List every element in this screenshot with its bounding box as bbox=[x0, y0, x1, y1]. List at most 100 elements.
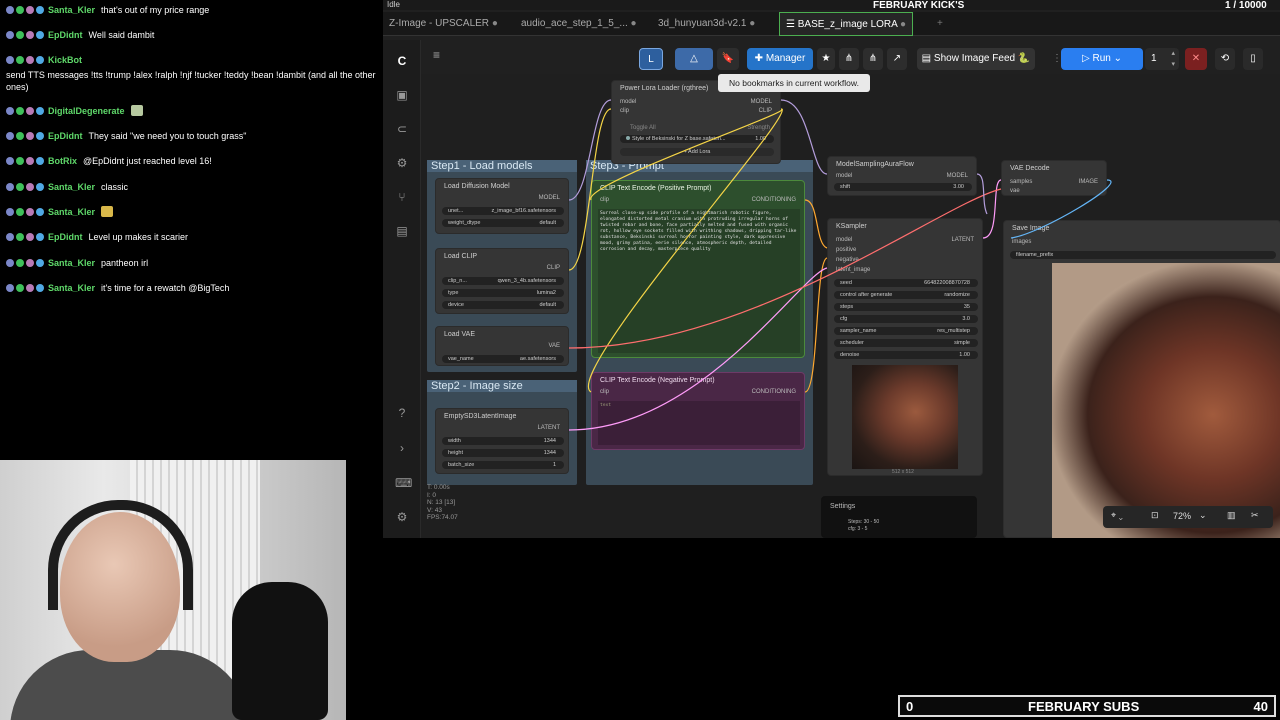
node-negative-prompt[interactable]: CLIP Text Encode (Negative Prompt) clip … bbox=[591, 372, 805, 450]
input-vae[interactable]: vae bbox=[1010, 188, 1020, 194]
chat-username[interactable]: Santa_Kler bbox=[48, 5, 95, 15]
scheduler-select[interactable]: scheduler simple bbox=[834, 339, 978, 347]
shift-input[interactable]: shift 3.00 bbox=[834, 183, 972, 191]
input-negative[interactable]: negative bbox=[836, 257, 859, 263]
toggle-panel-button[interactable]: ▯ bbox=[1243, 48, 1263, 70]
toggle-all-switch[interactable]: Toggle All bbox=[630, 125, 656, 131]
chat-username[interactable]: BotRix bbox=[48, 156, 77, 166]
help-icon[interactable]: ? bbox=[395, 406, 409, 420]
select-mode-icon[interactable]: ⌖ ⌄ bbox=[1111, 510, 1123, 521]
height-input[interactable]: height 1344 bbox=[442, 449, 564, 457]
chat-username[interactable]: EpDidnt bbox=[48, 30, 83, 40]
cancel-run-button[interactable]: ✕ bbox=[1185, 48, 1207, 70]
queue-history-button[interactable]: ⟲ bbox=[1215, 48, 1235, 70]
chat-username[interactable]: EpDidnt bbox=[48, 232, 83, 242]
input-clip[interactable]: clip bbox=[600, 389, 609, 395]
tab-3d-hunyuan[interactable]: 3d_hunyuan3d-v2.1 ● bbox=[652, 12, 761, 36]
input-positive[interactable]: positive bbox=[836, 247, 856, 253]
device-select[interactable]: device default bbox=[442, 301, 564, 309]
node-load-vae[interactable]: Load VAE VAE vae_name ae.safetensors bbox=[435, 326, 569, 366]
control-after-generate-select[interactable]: control after generate randomize bbox=[834, 291, 978, 299]
tab-z-image-upscaler[interactable]: Z-Image - UPSCALER ● bbox=[383, 12, 504, 36]
input-model[interactable]: model bbox=[836, 173, 852, 179]
positive-prompt-textarea[interactable]: Surreal close-up side profile of a night… bbox=[598, 209, 800, 353]
zoom-level[interactable]: 72% bbox=[1173, 511, 1191, 521]
output-clip[interactable]: CLIP bbox=[547, 265, 560, 271]
output-conditioning[interactable]: CONDITIONING bbox=[752, 389, 796, 395]
steps-input[interactable]: steps 35 bbox=[834, 303, 978, 311]
filename-prefix-input[interactable]: filename_prefix bbox=[1010, 251, 1276, 259]
show-image-feed-button[interactable]: ▤ Show Image Feed 🐍 bbox=[917, 48, 1035, 70]
input-model[interactable]: model bbox=[836, 237, 852, 243]
node-save-image[interactable]: Save Image images filename_prefix bbox=[1003, 220, 1280, 538]
input-images[interactable]: images bbox=[1012, 239, 1031, 245]
vae-name-select[interactable]: vae_name ae.safetensors bbox=[442, 355, 564, 363]
input-clip[interactable]: clip bbox=[600, 197, 609, 203]
manager-button[interactable]: ✚ Manager bbox=[747, 48, 813, 70]
node-vae-decode[interactable]: VAE Decode samples vae IMAGE bbox=[1001, 160, 1107, 196]
bookmark-button[interactable]: 🔖 bbox=[717, 48, 739, 70]
add-lora-button[interactable]: + Add Lora bbox=[620, 148, 774, 156]
input-model[interactable]: model bbox=[620, 99, 636, 105]
node-load-diffusion-model[interactable]: Load Diffusion Model MODEL unet... z_imag… bbox=[435, 178, 569, 234]
weight-dtype-select[interactable]: weight_dtype default bbox=[442, 219, 564, 227]
chat-username[interactable]: EpDidnt bbox=[48, 131, 83, 141]
output-conditioning[interactable]: CONDITIONING bbox=[752, 197, 796, 203]
terminal-icon[interactable]: › bbox=[395, 441, 409, 455]
batch-count-input[interactable]: 1 ▴ ▾ bbox=[1145, 48, 1179, 70]
share-button[interactable]: ↗ bbox=[887, 48, 907, 70]
node-settings-note[interactable]: Settings Steps: 30 - 50 cfg: 3 - 5 bbox=[821, 496, 977, 538]
output-latent[interactable]: LATENT bbox=[537, 425, 560, 431]
chat-username[interactable]: Santa_Kler bbox=[48, 258, 95, 268]
fit-view-icon[interactable]: ⊡ bbox=[1151, 510, 1159, 521]
model-library-icon[interactable]: ⚙ bbox=[395, 156, 409, 170]
chat-username[interactable]: KickBot bbox=[48, 55, 82, 65]
templates-icon[interactable]: ▤ bbox=[395, 224, 409, 238]
node-library-icon[interactable]: ⊂ bbox=[395, 122, 409, 136]
tab-audio-ace-step[interactable]: audio_ace_step_1_5_... ● bbox=[515, 12, 643, 36]
chat-username[interactable]: DigitalDegenerate bbox=[48, 106, 125, 116]
workflows-icon[interactable]: ⑂ bbox=[395, 190, 409, 204]
chat-username[interactable]: Santa_Kler bbox=[48, 283, 95, 293]
settings-gear-icon[interactable]: ⚙ bbox=[395, 510, 409, 524]
input-samples[interactable]: samples bbox=[1010, 179, 1032, 185]
new-tab-button[interactable]: + bbox=[931, 12, 949, 36]
node-model-sampling-auraflow[interactable]: ModelSamplingAuraFlow model MODEL shift 3… bbox=[827, 156, 977, 196]
clip-name-select[interactable]: clip_n... qwen_3_4b.safetensors bbox=[442, 277, 564, 285]
output-model[interactable]: MODEL bbox=[539, 195, 560, 201]
zoom-chevron-icon[interactable]: ⌄ bbox=[1199, 510, 1207, 521]
run-button[interactable]: ▷ Run ⌄ bbox=[1061, 48, 1143, 70]
seed-input[interactable]: seed 664822008870728 bbox=[834, 279, 978, 287]
chat-username[interactable]: Santa_Kler bbox=[48, 182, 95, 192]
chat-username[interactable]: Santa_Kler bbox=[48, 207, 95, 217]
negative-prompt-textarea[interactable]: text bbox=[598, 401, 800, 445]
output-model[interactable]: MODEL bbox=[751, 99, 772, 105]
node-positive-prompt[interactable]: CLIP Text Encode (Positive Prompt) clip … bbox=[591, 180, 805, 358]
node-canvas[interactable]: Step1 - Load models Step2 - Image size S… bbox=[421, 74, 1280, 538]
batch-size-input[interactable]: batch_size 1 bbox=[442, 461, 564, 469]
node-empty-latent[interactable]: EmptySD3LatentImage LATENT width 1344 hei… bbox=[435, 408, 569, 474]
input-clip[interactable]: clip bbox=[620, 108, 629, 114]
node-power-lora-loader[interactable]: Power Lora Loader (rgthree) model clip M… bbox=[611, 80, 781, 164]
star-button[interactable]: ★ bbox=[817, 48, 835, 70]
output-vae[interactable]: VAE bbox=[548, 343, 560, 349]
denoise-input[interactable]: denoise 1.00 bbox=[834, 351, 978, 359]
link-visibility-icon[interactable]: ✂ bbox=[1251, 510, 1259, 521]
input-latent-image[interactable]: latent_image bbox=[836, 267, 870, 273]
unet-name-select[interactable]: unet... z_image_bf16.safetensors bbox=[442, 207, 564, 215]
comfy-icon-button[interactable]: △ bbox=[675, 48, 713, 70]
minimap-icon[interactable]: ▥ bbox=[1227, 510, 1236, 521]
lora-row[interactable]: Style of Beksinski for Z base.safeten...… bbox=[620, 135, 774, 143]
output-clip[interactable]: CLIP bbox=[759, 108, 772, 114]
node-ksampler[interactable]: KSampler model positive negative latent_… bbox=[827, 218, 983, 476]
keyboard-icon[interactable]: ⌨ bbox=[395, 476, 412, 490]
cfg-input[interactable]: cfg 3.0 bbox=[834, 315, 978, 323]
output-image[interactable]: IMAGE bbox=[1079, 179, 1098, 185]
images-icon[interactable]: ▣ bbox=[395, 88, 409, 102]
linear-mode-button[interactable]: L bbox=[639, 48, 663, 70]
tab-base-z-image-lora[interactable]: ☰ BASE_z_image LORA ● bbox=[779, 12, 914, 36]
output-latent[interactable]: LATENT bbox=[951, 237, 974, 243]
node-load-clip[interactable]: Load CLIP CLIP clip_n... qwen_3_4b.safete… bbox=[435, 248, 569, 314]
output-model[interactable]: MODEL bbox=[947, 173, 968, 179]
sampler-name-select[interactable]: sampler_name res_multistep bbox=[834, 327, 978, 335]
